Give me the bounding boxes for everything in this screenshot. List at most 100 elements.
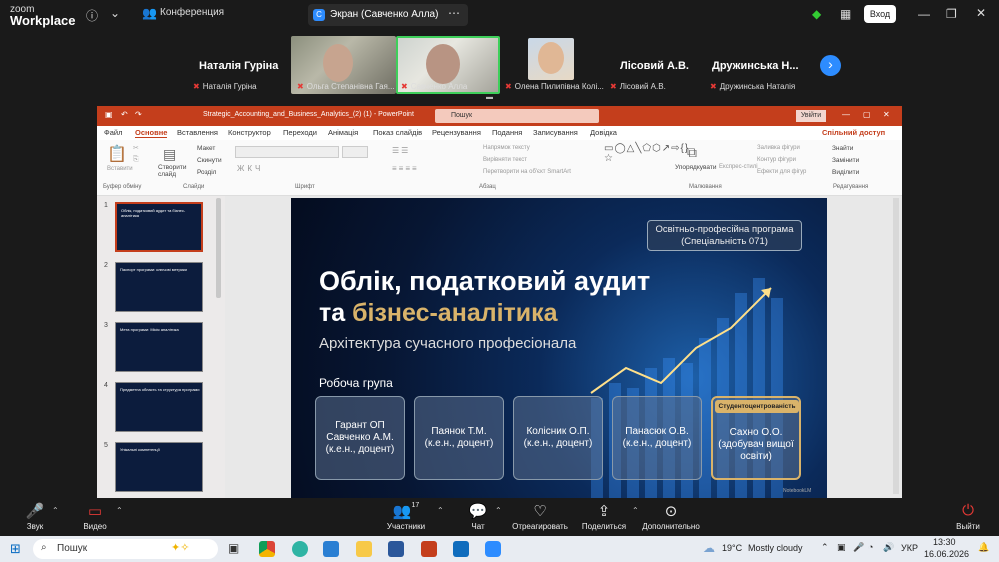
clock-time[interactable]: 13:30 [933, 537, 956, 547]
ppt-maximize-icon[interactable]: ▢ [863, 110, 871, 119]
menu-insert[interactable]: Вставлення [177, 128, 218, 137]
ppt-signin-button[interactable]: Увійти [796, 110, 826, 122]
audio-caret-icon[interactable]: ⌃ [52, 506, 59, 515]
layout-button[interactable]: Макет [197, 145, 215, 152]
volume-icon[interactable]: 🔊 [883, 542, 894, 553]
weather-temp[interactable]: 19°C [722, 543, 742, 553]
screen-share-tab[interactable]: C Экран (Савченко Алла) [308, 4, 468, 26]
drag-handle-icon[interactable]: ▬ [486, 94, 493, 101]
network-icon[interactable]: ◔ [868, 542, 873, 552]
conference-label[interactable]: Конференция [160, 7, 224, 18]
zoom-icon[interactable] [485, 541, 501, 557]
video-caret-icon[interactable]: ⌃ [116, 506, 123, 515]
share-screen-button[interactable]: ⇪ Поделиться [580, 502, 628, 531]
info-icon[interactable]: ⓘ [86, 7, 98, 24]
taskbar-search[interactable]: ⌕ Пошук ✦✧ [33, 539, 218, 559]
react-button[interactable]: ♡ Отреагировать [511, 502, 569, 531]
share-button[interactable]: Спільний доступ [822, 128, 885, 137]
font-format-icons[interactable]: ЖКЧ [237, 164, 263, 173]
menu-animations[interactable]: Анімація [328, 128, 358, 137]
section-button[interactable]: Розділ [197, 169, 216, 176]
chevron-down-icon[interactable]: ⌄ [110, 6, 120, 20]
camera-tray-icon[interactable]: ▣ [837, 542, 846, 553]
join-button[interactable]: Вход [864, 5, 896, 23]
slide-thumbnail[interactable]: Облік, податковий аудит та бізнес-аналіт… [115, 202, 203, 252]
font-size-select[interactable] [342, 146, 368, 158]
notifications-icon[interactable]: 🔔 [978, 542, 989, 553]
menu-design[interactable]: Конструктор [228, 128, 271, 137]
more-button[interactable]: ⊙ Дополнительно [640, 502, 702, 531]
find-button[interactable]: Знайти [832, 145, 853, 152]
shapes-gallery-icon[interactable]: ▭◯△╲⬠⬡↗⇨{}☆ [604, 144, 688, 164]
menu-transitions[interactable]: Переходи [283, 128, 317, 137]
ppt-search-box[interactable]: Пошук [435, 109, 599, 123]
chat-caret-icon[interactable]: ⌃ [495, 506, 502, 515]
menu-home[interactable]: Основне [135, 128, 168, 138]
participant-tile[interactable]: Лісовий А.В. ✖ Лісовий А.В. [608, 30, 706, 92]
share-caret-icon[interactable]: ⌃ [632, 506, 639, 515]
ppt-minimize-icon[interactable]: — [842, 110, 850, 119]
clock-date[interactable]: 16.06.2026 [924, 549, 969, 559]
language-indicator[interactable]: УКР [901, 543, 918, 553]
quick-styles-button[interactable]: Експрес-стилі [719, 164, 758, 170]
powerpoint-icon[interactable] [421, 541, 437, 557]
store-icon[interactable] [323, 541, 339, 557]
new-slide-icon[interactable]: ▤ [163, 146, 176, 163]
chat-button[interactable]: 💬 Чат [466, 502, 490, 531]
windows-start-icon[interactable]: ⊞ [10, 541, 21, 557]
current-slide[interactable]: Освітньо-професійна програма (Спеціальні… [291, 198, 827, 498]
paste-icon[interactable]: 📋 [107, 144, 127, 164]
align-text-button[interactable]: Вирівняти текст [483, 157, 527, 163]
replace-button[interactable]: Замінити [832, 157, 859, 164]
tray-chevron-icon[interactable]: ⌃ [821, 542, 829, 553]
word-icon[interactable] [388, 541, 404, 557]
task-view-icon[interactable]: ▣ [228, 541, 239, 555]
copy-icon[interactable]: ⎘ [133, 156, 139, 164]
outlook-icon[interactable] [453, 541, 469, 557]
smartart-button[interactable]: Перетворити на об'єкт SmartArt [483, 169, 571, 175]
paste-label[interactable]: Вставити [107, 166, 133, 172]
cut-icon[interactable]: ✂ [133, 144, 139, 152]
file-explorer-icon[interactable] [356, 541, 372, 557]
reset-button[interactable]: Скинути [197, 157, 222, 164]
grid-view-icon[interactable]: ▦ [840, 7, 851, 21]
menu-slideshow[interactable]: Показ слайдів [373, 128, 422, 137]
close-icon[interactable]: ✕ [976, 6, 986, 20]
font-name-select[interactable] [235, 146, 339, 158]
new-slide-button[interactable]: Створити слайд [158, 164, 188, 178]
bullets-icon[interactable]: ☰☰ [392, 146, 410, 155]
participants-button[interactable]: 👥17 Участники [384, 502, 428, 531]
ppt-close-icon[interactable]: ✕ [883, 110, 890, 119]
menu-record[interactable]: Записування [533, 128, 578, 137]
shape-fill-button[interactable]: Заливка фігури [757, 145, 800, 151]
menu-help[interactable]: Довідка [590, 128, 617, 137]
thumb-scrollbar[interactable] [216, 198, 221, 298]
shape-effects-button[interactable]: Ефекти для фігур [757, 169, 806, 175]
arrange-button[interactable]: Упорядкувати [675, 164, 716, 171]
menu-view[interactable]: Подання [492, 128, 522, 137]
slide-thumbnail[interactable]: Мета програми: Місія аналітика [115, 322, 203, 372]
menu-review[interactable]: Рецензування [432, 128, 481, 137]
minimize-icon[interactable]: — [918, 7, 930, 21]
audio-button[interactable]: 🎤 Звук [22, 502, 48, 531]
slide-thumbnail[interactable]: Предметна область та структура програми [115, 382, 203, 432]
autosave-icon[interactable]: ▣ [105, 110, 113, 119]
shape-outline-button[interactable]: Контур фігури [757, 157, 796, 163]
more-options-icon[interactable]: ⋯ [448, 6, 460, 20]
text-direction-button[interactable]: Напрямок тексту [483, 145, 530, 151]
edge-icon[interactable] [292, 541, 308, 557]
participants-caret-icon[interactable]: ⌃ [437, 506, 444, 515]
video-button[interactable]: ▭ Видео [80, 502, 110, 531]
mic-tray-icon[interactable]: 🎤 [853, 542, 864, 553]
participant-tile[interactable]: Наталія Гуріна ✖ Наталія Гуріна [193, 30, 291, 92]
arrange-icon[interactable]: ⧉ [687, 144, 697, 161]
restore-icon[interactable]: ❐ [946, 7, 957, 21]
chrome-icon[interactable] [259, 541, 275, 557]
weather-desc[interactable]: Mostly cloudy [748, 543, 803, 553]
shield-icon[interactable]: ◆ [812, 7, 821, 21]
slide-thumbnail[interactable]: Паспорт програми: ключові метрики [115, 262, 203, 312]
select-button[interactable]: Виділити [832, 169, 859, 176]
redo-icon[interactable]: ↷ [135, 110, 142, 119]
participant-video[interactable] [528, 38, 574, 80]
align-icons[interactable]: ≡≡≡≡ [392, 164, 419, 173]
